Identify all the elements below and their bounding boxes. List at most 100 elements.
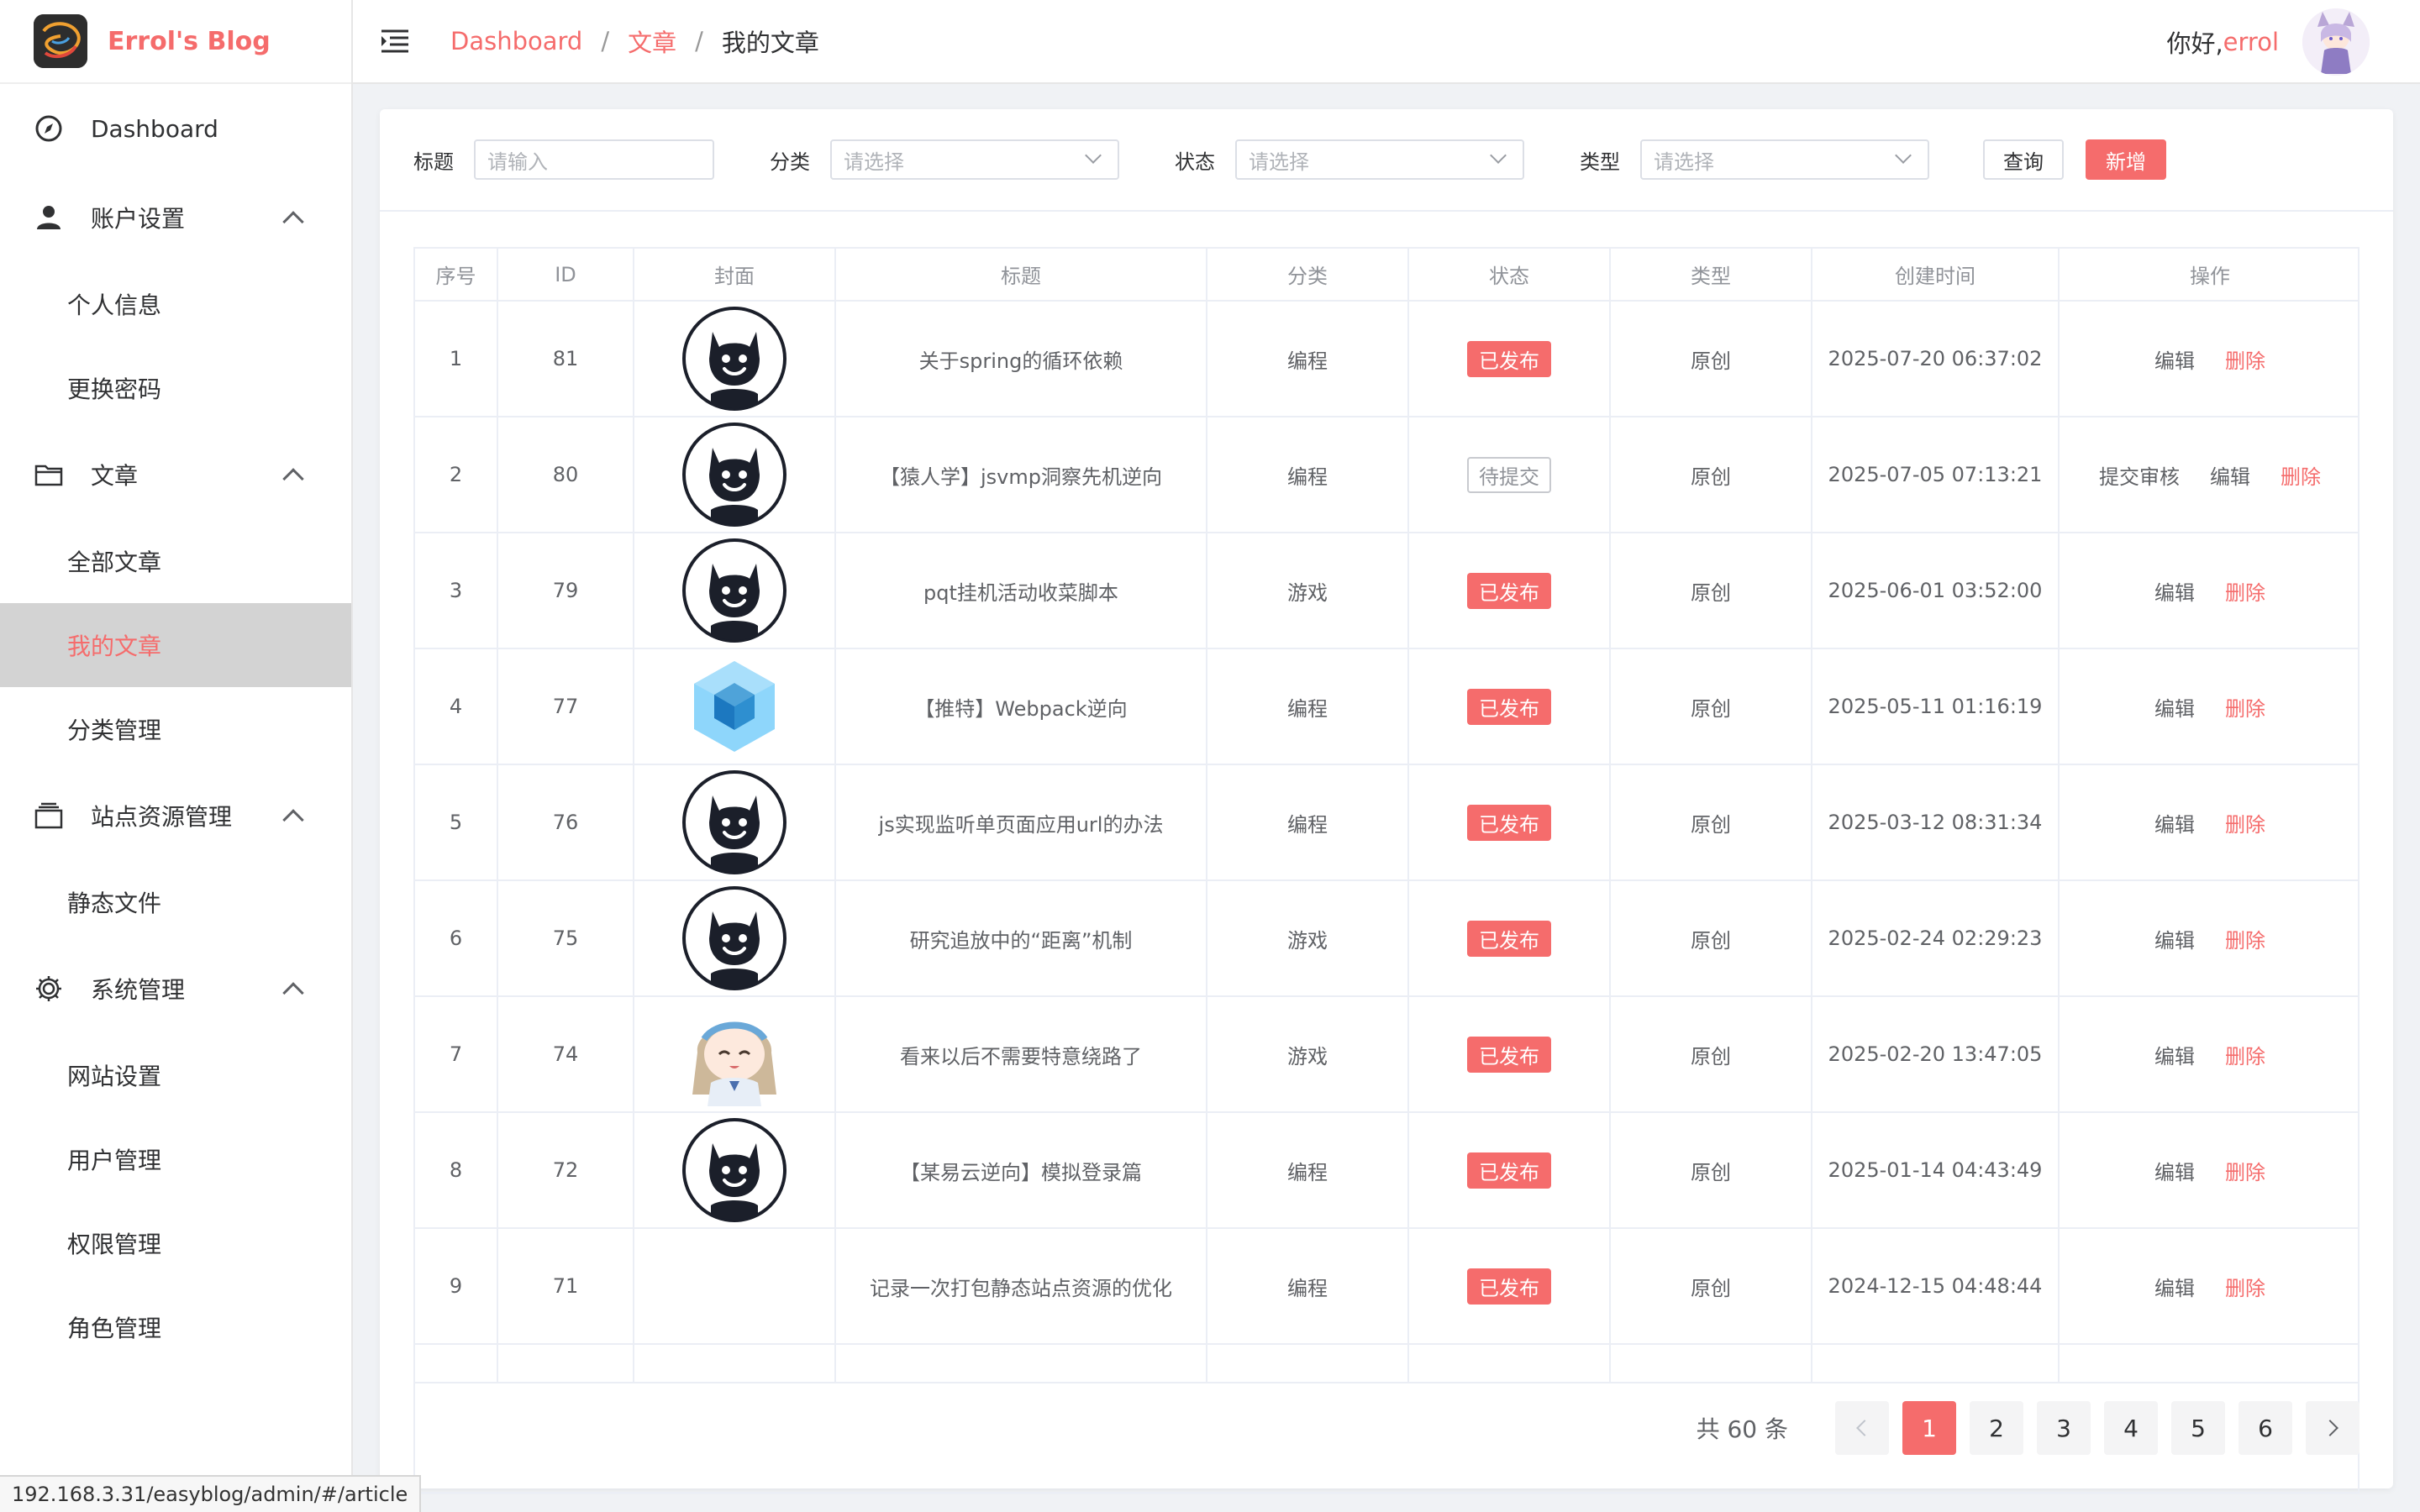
webpack-cube-icon: [682, 654, 786, 759]
github-cat-icon: [682, 423, 786, 527]
delete-link[interactable]: 删除: [2225, 1277, 2265, 1300]
user-icon: [34, 202, 64, 233]
page-button[interactable]: 6: [2238, 1401, 2292, 1455]
cell-cover: [634, 1228, 836, 1345]
menu-resources[interactable]: 站点资源管理: [0, 771, 351, 860]
status-filter-select[interactable]: 请选择: [1235, 139, 1524, 180]
menu-fold-icon[interactable]: [378, 24, 412, 58]
delete-link[interactable]: 删除: [2225, 697, 2265, 721]
cell-actions: 编辑 删除: [2058, 996, 2358, 1113]
breadcrumb-articles[interactable]: 文章: [628, 24, 676, 59]
cell-id: 80: [497, 417, 634, 533]
logo-row[interactable]: Errol's Blog: [0, 0, 351, 84]
edit-link[interactable]: 编辑: [2154, 813, 2195, 837]
delete-link[interactable]: 删除: [2225, 929, 2265, 953]
page-button[interactable]: 5: [2171, 1401, 2225, 1455]
edit-link[interactable]: 编辑: [2154, 1045, 2195, 1068]
page-button[interactable]: 4: [2104, 1401, 2158, 1455]
delete-link[interactable]: 删除: [2225, 1161, 2265, 1184]
page-button[interactable]: 2: [1970, 1401, 2023, 1455]
status-badge: 已发布: [1467, 920, 1551, 957]
cell-type: 原创: [1610, 1228, 1812, 1345]
category-filter-select[interactable]: 请选择: [830, 139, 1119, 180]
title-filter-input[interactable]: 请输入: [474, 139, 714, 180]
cell-cover: [634, 417, 836, 533]
cell-title: 看来以后不需要特意绕路了: [835, 996, 1207, 1113]
cell-actions: 编辑 删除: [2058, 764, 2358, 881]
cell-status: 已发布: [1408, 880, 1611, 997]
username[interactable]: errol: [2223, 28, 2279, 56]
sidebar-item-all-articles[interactable]: 全部文章: [0, 519, 351, 603]
sidebar-item-my-articles[interactable]: 我的文章: [0, 603, 351, 687]
sidebar: Errol's Blog Dashboard 账户设置 个人信息 更换密码 文章…: [0, 0, 353, 1512]
breadcrumb-separator: /: [695, 27, 703, 55]
menu-account[interactable]: 账户设置: [0, 173, 351, 262]
menu-dashboard[interactable]: Dashboard: [0, 84, 351, 173]
cell-no: 3: [415, 533, 498, 649]
sidebar-item-role-management[interactable]: 角色管理: [0, 1285, 351, 1369]
delete-link[interactable]: 删除: [2225, 349, 2265, 373]
add-button[interactable]: 新增: [2086, 139, 2166, 180]
cell-created-time: 2025-01-14 04:43:49: [1812, 1112, 2060, 1229]
next-page-button[interactable]: [2306, 1401, 2360, 1455]
sidebar-item-change-password[interactable]: 更换密码: [0, 346, 351, 430]
cell-status: 已发布: [1408, 764, 1611, 881]
cell-created-time: 2025-07-05 07:13:21: [1812, 417, 2060, 533]
breadcrumb-separator: /: [601, 27, 610, 55]
edit-link[interactable]: 编辑: [2154, 581, 2195, 605]
sidebar-item-categories[interactable]: 分类管理: [0, 687, 351, 771]
delete-link[interactable]: 删除: [2225, 581, 2265, 605]
chevron-right-icon: [2322, 1420, 2338, 1436]
chevron-up-icon: [282, 809, 304, 831]
menu-articles[interactable]: 文章: [0, 430, 351, 519]
chevron-up-icon: [282, 211, 304, 233]
sidebar-item-permission-management[interactable]: 权限管理: [0, 1201, 351, 1285]
empty-cell: [1207, 1344, 1409, 1383]
delete-link[interactable]: 删除: [2225, 813, 2265, 837]
prev-page-button[interactable]: [1835, 1401, 1889, 1455]
cell-actions: 编辑 删除: [2058, 301, 2358, 417]
sidebar-item-user-management[interactable]: 用户管理: [0, 1117, 351, 1201]
breadcrumb-current: 我的文章: [721, 29, 819, 57]
delete-link[interactable]: 删除: [2281, 465, 2321, 489]
page-button[interactable]: 1: [1902, 1401, 1956, 1455]
status-filter-placeholder: 请选择: [1249, 150, 1309, 174]
cell-cover: [634, 301, 836, 417]
col-header-title: 标题: [835, 249, 1207, 302]
status-bar-url: 192.168.3.31/easyblog/admin/#/article: [0, 1475, 422, 1512]
compass-icon: [34, 113, 64, 144]
edit-link[interactable]: 编辑: [2154, 1161, 2195, 1184]
avatar[interactable]: [2302, 8, 2370, 76]
article-table: 序号 ID 封面 标题 分类 状态 类型 创建时间 操作 1 81 关于spring…: [413, 247, 2360, 1494]
submit-review-link[interactable]: 提交审核: [2099, 465, 2180, 489]
edit-link[interactable]: 编辑: [2154, 349, 2195, 373]
cell-no: 1: [415, 301, 498, 417]
status-badge: 已发布: [1467, 688, 1551, 725]
edit-link[interactable]: 编辑: [2210, 465, 2250, 489]
edit-link[interactable]: 编辑: [2154, 929, 2195, 953]
cell-status: 已发布: [1408, 533, 1611, 649]
menu-resources-label: 站点资源管理: [91, 803, 233, 831]
cell-status: 已发布: [1408, 1112, 1611, 1229]
sidebar-item-profile[interactable]: 个人信息: [0, 262, 351, 346]
cell-actions: 编辑 删除: [2058, 648, 2358, 765]
type-filter-select[interactable]: 请选择: [1640, 139, 1929, 180]
cell-type: 原创: [1610, 648, 1812, 765]
breadcrumb-dashboard[interactable]: Dashboard: [450, 27, 582, 55]
cell-type: 原创: [1610, 1112, 1812, 1229]
article-list-card: 标题 请输入 分类 请选择 状态 请选择 类型 请选择 查询 新增 序号 ID …: [380, 109, 2393, 1494]
menu-system-label: 系统管理: [91, 976, 186, 1004]
delete-link[interactable]: 删除: [2225, 1045, 2265, 1068]
cell-type: 原创: [1610, 301, 1812, 417]
cell-actions: 编辑 删除: [2058, 533, 2358, 649]
cell-type: 原创: [1610, 533, 1812, 649]
chevron-down-icon: [1895, 147, 1912, 164]
menu-system[interactable]: 系统管理: [0, 944, 351, 1033]
table-row: 3 79 pqt挂机活动收菜脚本 游戏 已发布 原创 2025-06-01 03:52:00…: [415, 533, 2358, 649]
sidebar-item-site-settings[interactable]: 网站设置: [0, 1033, 351, 1117]
query-button[interactable]: 查询: [1983, 139, 2064, 180]
sidebar-item-static-files[interactable]: 静态文件: [0, 860, 351, 944]
edit-link[interactable]: 编辑: [2154, 697, 2195, 721]
edit-link[interactable]: 编辑: [2154, 1277, 2195, 1300]
page-button[interactable]: 3: [2037, 1401, 2091, 1455]
